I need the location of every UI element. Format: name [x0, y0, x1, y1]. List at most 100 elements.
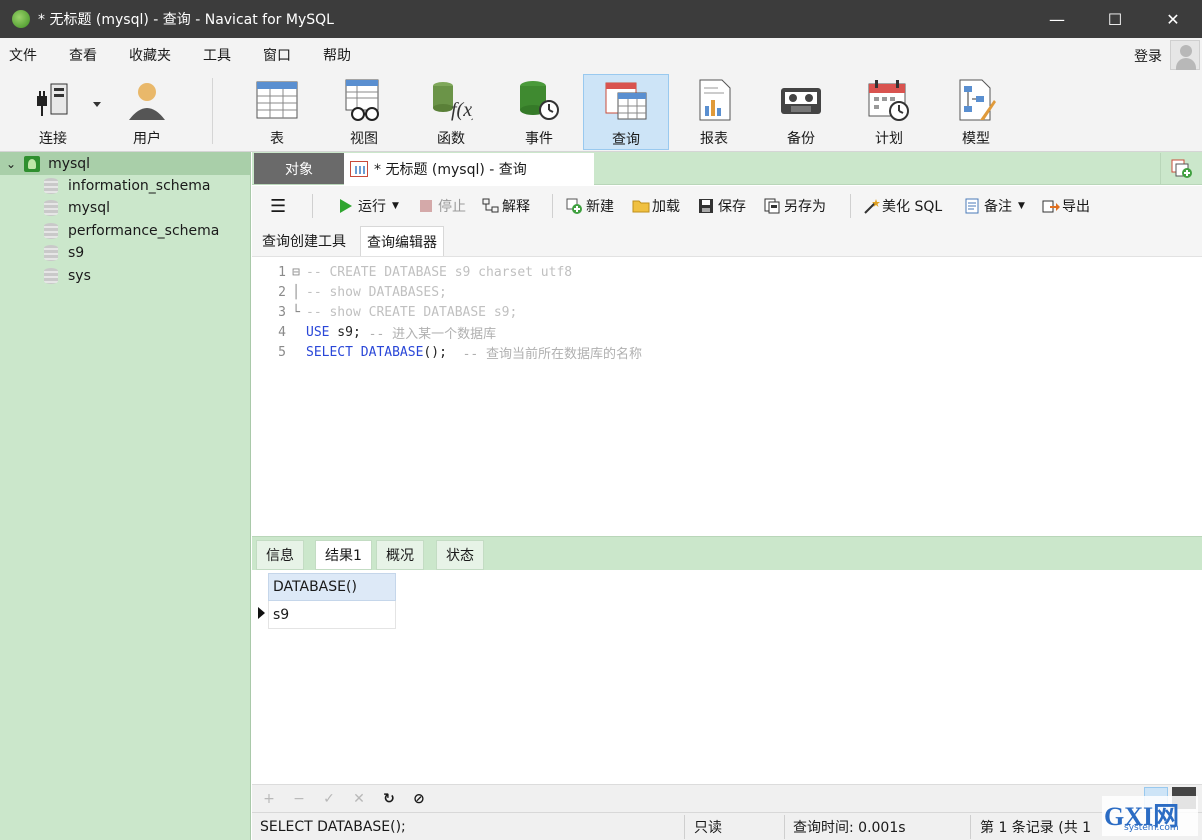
- sql-comment: -- 查询当前所在数据库的名称: [462, 346, 643, 362]
- add-record-button[interactable]: +: [260, 790, 278, 808]
- export-button[interactable]: 导出: [1042, 196, 1090, 216]
- tree-connection-mysql[interactable]: ⌄ mysql: [0, 152, 250, 175]
- export-label: 导出: [1062, 199, 1090, 215]
- ribbon-function-button[interactable]: f(x) 函数: [408, 74, 494, 150]
- minimize-button[interactable]: —: [1028, 0, 1086, 38]
- explain-button[interactable]: 解释: [482, 196, 530, 216]
- ribbon-model-button[interactable]: 模型: [933, 74, 1019, 150]
- tab-query-builder[interactable]: 查询创建工具: [256, 226, 352, 256]
- menu-file[interactable]: 文件: [9, 45, 37, 65]
- load-label: 加载: [652, 199, 680, 215]
- fold-toggle-icon[interactable]: ⊟: [286, 265, 306, 280]
- ribbon-event-button[interactable]: 事件: [496, 74, 582, 150]
- line-number: 5: [278, 344, 286, 360]
- tab-profile[interactable]: 概况: [376, 540, 424, 570]
- menu-window[interactable]: 窗口: [263, 45, 291, 65]
- ribbon-schedule-button[interactable]: 计划: [846, 74, 932, 150]
- discard-changes-button[interactable]: ✕: [350, 790, 368, 808]
- save-button[interactable]: 保存: [698, 196, 746, 216]
- tab-query-editor[interactable]: 查询编辑器: [360, 226, 444, 256]
- user-icon: [125, 78, 169, 122]
- column-header[interactable]: DATABASE(): [268, 573, 396, 601]
- ribbon-toolbar: 连接 用户 表 视图 f(x) 函数 事件 查询: [0, 72, 1202, 152]
- tab-query-label: * 无标题 (mysql) - 查询: [374, 162, 527, 178]
- toolbar-divider: [312, 194, 313, 218]
- run-button[interactable]: 运行 ▼: [338, 196, 399, 216]
- plug-icon: [31, 78, 75, 122]
- status-divider: [684, 815, 685, 839]
- stop-loading-button[interactable]: ⊘: [410, 790, 428, 808]
- ribbon-user-button[interactable]: 用户: [104, 74, 190, 150]
- ribbon-table-label: 表: [270, 131, 284, 147]
- hamburger-menu-button[interactable]: ☰: [270, 195, 287, 217]
- model-icon: [954, 78, 998, 122]
- tab-objects[interactable]: 对象: [254, 153, 344, 184]
- tree-db-mysql[interactable]: mysql: [0, 197, 250, 219]
- login-link[interactable]: 登录: [1134, 46, 1162, 66]
- report-icon: [692, 78, 736, 122]
- maximize-button[interactable]: ☐: [1086, 0, 1144, 38]
- window-title: * 无标题 (mysql) - 查询 - Navicat for MySQL: [38, 12, 334, 28]
- delete-record-button[interactable]: −: [290, 790, 308, 808]
- status-record-count: 第 1 条记录 (共 1: [980, 820, 1092, 836]
- save-as-button[interactable]: 另存为: [764, 196, 826, 216]
- ribbon-model-label: 模型: [962, 131, 990, 147]
- ribbon-event-label: 事件: [525, 131, 553, 147]
- explain-label: 解释: [502, 199, 530, 215]
- play-icon: [338, 198, 354, 214]
- menu-help[interactable]: 帮助: [323, 45, 351, 65]
- beautify-sql-button[interactable]: 美化 SQL: [862, 196, 942, 216]
- tab-result-1[interactable]: 结果1: [315, 540, 372, 570]
- refresh-button[interactable]: ↻: [380, 790, 398, 808]
- tab-status[interactable]: 状态: [436, 540, 484, 570]
- ribbon-query-label: 查询: [612, 132, 640, 148]
- tree-db-performance-schema[interactable]: performance_schema: [0, 220, 250, 242]
- code-line: 5 SELECT DATABASE (); -- 查询当前所在数据库的名称: [252, 342, 1192, 362]
- stop-button[interactable]: 停止: [418, 196, 466, 216]
- ribbon-view-label: 视图: [350, 131, 378, 147]
- sql-editor[interactable]: 1 ⊟ -- CREATE DATABASE s9 charset utf8 2…: [252, 256, 1202, 536]
- tab-info[interactable]: 信息: [256, 540, 304, 570]
- run-label: 运行: [358, 199, 386, 215]
- tree-db-sys[interactable]: sys: [0, 265, 250, 287]
- comment-button[interactable]: 备注 ▼: [964, 196, 1025, 216]
- ribbon-query-button[interactable]: 查询: [583, 74, 669, 150]
- view-icon: [342, 78, 386, 122]
- menu-tools[interactable]: 工具: [203, 45, 231, 65]
- chevron-down-icon[interactable]: ▼: [1018, 201, 1025, 211]
- line-number: 2: [278, 284, 286, 300]
- ribbon-view-button[interactable]: 视图: [321, 74, 407, 150]
- menu-favorites[interactable]: 收藏夹: [129, 45, 171, 65]
- ribbon-connection-button[interactable]: 连接: [10, 74, 96, 150]
- ribbon-backup-button[interactable]: 备份: [758, 74, 844, 150]
- tree-db-s9[interactable]: s9: [0, 242, 250, 264]
- query-icon: [350, 161, 368, 177]
- load-button[interactable]: 加载: [632, 196, 680, 216]
- connection-tree: ⌄ mysql information_schema mysql perform…: [0, 152, 251, 840]
- ribbon-report-label: 报表: [700, 131, 728, 147]
- watermark-domain: system.com: [1124, 823, 1179, 833]
- hamburger-icon: ☰: [270, 195, 287, 217]
- tree-db-information-schema[interactable]: information_schema: [0, 175, 250, 197]
- apply-changes-button[interactable]: ✓: [320, 790, 338, 808]
- menu-view[interactable]: 查看: [69, 45, 97, 65]
- chevron-down-icon[interactable]: ▼: [392, 201, 399, 211]
- watermark-logo: GXI网 system.com: [1102, 796, 1198, 836]
- code-line: 1 ⊟ -- CREATE DATABASE s9 charset utf8: [252, 262, 1192, 282]
- ribbon-table-button[interactable]: 表: [234, 74, 320, 150]
- magic-wand-icon: [862, 198, 880, 214]
- new-query-tab-button[interactable]: [1160, 153, 1202, 184]
- stop-icon: [418, 198, 434, 214]
- new-button[interactable]: 新建: [566, 196, 614, 216]
- ribbon-report-button[interactable]: 报表: [671, 74, 757, 150]
- query-toolbar: ☰ 运行 ▼ 停止 解释 新建 加载 保存 另存为 美化 SQL 备注 ▼ 导出: [252, 186, 1202, 226]
- avatar[interactable]: [1170, 40, 1200, 70]
- tab-query[interactable]: * 无标题 (mysql) - 查询: [344, 153, 594, 185]
- ribbon-schedule-label: 计划: [875, 131, 903, 147]
- document-tabs: 对象 * 无标题 (mysql) - 查询: [252, 152, 1202, 185]
- tree-db-label: performance_schema: [68, 223, 220, 239]
- chevron-down-icon[interactable]: ⌄: [6, 157, 16, 171]
- close-button[interactable]: ✕: [1144, 0, 1202, 38]
- table-cell[interactable]: s9: [268, 601, 396, 629]
- chevron-down-icon[interactable]: [93, 102, 101, 107]
